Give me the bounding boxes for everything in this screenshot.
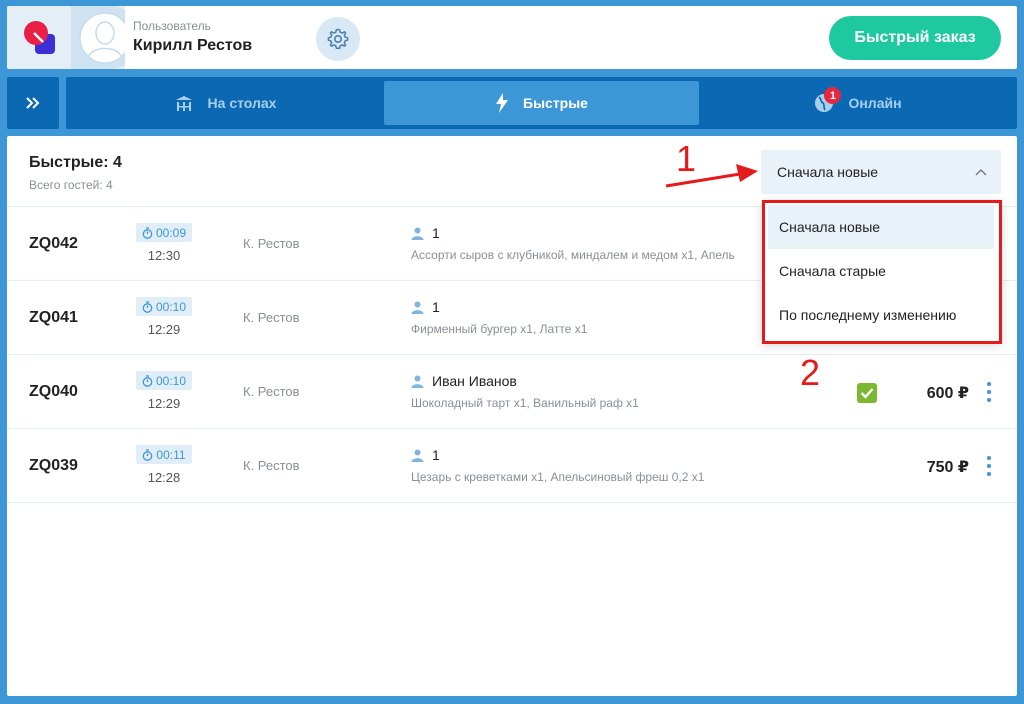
order-id: ZQ042 <box>29 235 78 252</box>
sort-dropdown-menu: Сначала новые Сначала старые По последне… <box>762 200 1002 344</box>
more-vertical-icon[interactable] <box>985 381 993 403</box>
sort-option-last-modified[interactable]: По последнему изменению <box>768 293 994 337</box>
user-label: Пользователь <box>133 19 211 33</box>
more-vertical-icon[interactable] <box>985 455 993 477</box>
tab-tables[interactable]: На столах <box>70 81 380 125</box>
list-subtitle: Всего гостей: 4 <box>29 178 113 192</box>
stopwatch-icon <box>142 300 153 313</box>
order-price: 600 ₽ <box>926 385 969 402</box>
order-items: Фирменный бургер x1, Латте x1 <box>411 322 588 336</box>
stopwatch-icon <box>142 374 153 387</box>
guest-info: 1 <box>411 299 440 315</box>
tab-quick[interactable]: Быстрые <box>384 81 699 125</box>
timer-value: 00:09 <box>155 225 187 240</box>
tab-online-label: Онлайн <box>848 95 902 111</box>
annotation-arrow-icon <box>665 164 758 188</box>
timer-value: 00:10 <box>155 373 187 388</box>
list-title: Быстрые: 4 <box>29 154 122 171</box>
waiter-name: К. Рестов <box>243 310 300 325</box>
stopwatch-icon <box>142 226 153 239</box>
order-time: 12:30 <box>147 248 181 263</box>
sort-selected-value: Сначала новые <box>777 164 879 180</box>
gear-icon <box>327 28 349 50</box>
tab-online[interactable]: 1 Онлайн <box>703 81 1013 125</box>
order-time: 12:28 <box>147 470 181 485</box>
timer-badge: 00:11 <box>136 445 192 464</box>
globe-wrapper: 1 <box>814 87 842 113</box>
avatar-icon <box>79 12 125 64</box>
guest-info: 1 <box>411 225 440 241</box>
order-time: 12:29 <box>147 396 181 411</box>
order-price: 750 ₽ <box>926 459 969 476</box>
waiter-name: К. Рестов <box>243 458 300 473</box>
guest-value: 1 <box>432 447 440 463</box>
order-time: 12:29 <box>147 322 181 337</box>
timer-badge: 00:09 <box>136 223 192 242</box>
list-divider <box>7 502 1017 503</box>
top-bar: Пользователь Кирилл Рестов Быстрый заказ <box>7 6 1017 69</box>
table-row[interactable]: ZQ039 00:11 12:28 К. Рестов 1 Цезарь с к… <box>7 428 1017 502</box>
order-items: Шоколадный тарт x1, Ванильный раф x1 <box>411 396 639 410</box>
chevron-up-icon <box>975 169 987 176</box>
person-icon <box>411 227 424 240</box>
person-icon <box>411 301 424 314</box>
quick-order-button[interactable]: Быстрый заказ <box>829 16 1001 60</box>
guest-value: 1 <box>432 299 440 315</box>
user-name: Кирилл Рестов <box>133 37 253 54</box>
waiter-name: К. Рестов <box>243 236 300 251</box>
timer-value: 00:11 <box>156 447 186 462</box>
timer-badge: 00:10 <box>136 297 192 316</box>
waiter-name: К. Рестов <box>243 384 300 399</box>
checkmark-icon <box>860 388 874 399</box>
person-icon <box>411 449 424 462</box>
guest-info: 1 <box>411 447 440 463</box>
guest-value: Иван Иванов <box>432 373 517 389</box>
order-type-tabs: На столах Быстрые 1 Онлайн <box>66 77 1017 129</box>
guest-value: 1 <box>432 225 440 241</box>
table-row[interactable]: ZQ040 00:10 12:29 К. Рестов Иван Иванов … <box>7 354 1017 428</box>
expand-sidebar-button[interactable] <box>7 77 59 129</box>
user-block <box>7 6 125 69</box>
tab-quick-label: Быстрые <box>523 95 588 111</box>
order-items: Ассорти сыров с клубникой, миндалем и ме… <box>411 248 735 262</box>
settings-button[interactable] <box>316 17 360 61</box>
tables-icon <box>175 96 192 111</box>
ready-checkbox[interactable] <box>857 383 877 403</box>
order-id: ZQ039 <box>29 457 78 474</box>
sort-option-newest[interactable]: Сначала новые <box>768 205 994 249</box>
double-chevron-right-icon <box>26 97 40 109</box>
guest-info: Иван Иванов <box>411 373 517 389</box>
annotation-number-2: 2 <box>800 352 821 393</box>
person-icon <box>411 375 424 388</box>
order-id: ZQ040 <box>29 383 78 400</box>
app-logo-icon <box>24 21 55 54</box>
sort-select[interactable]: Сначала новые <box>761 150 1001 194</box>
lightning-icon <box>496 93 509 113</box>
sort-option-oldest[interactable]: Сначала старые <box>768 249 994 293</box>
online-badge: 1 <box>824 87 842 104</box>
tab-tables-label: На столах <box>207 95 277 111</box>
timer-value: 00:10 <box>155 299 187 314</box>
stopwatch-icon <box>143 448 153 461</box>
timer-badge: 00:10 <box>136 371 192 390</box>
order-items: Цезарь с креветками x1, Апельсиновый фре… <box>411 470 705 484</box>
order-id: ZQ041 <box>29 309 78 326</box>
